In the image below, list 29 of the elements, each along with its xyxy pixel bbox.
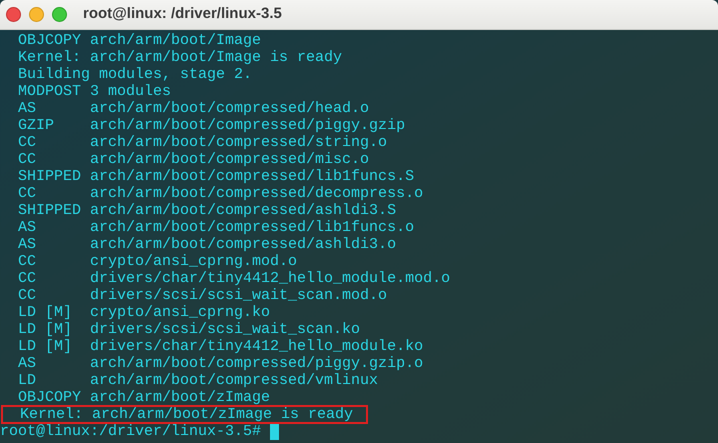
output-line: AS arch/arm/boot/compressed/ashldi3.o xyxy=(17,236,396,253)
output-line: CC arch/arm/boot/compressed/misc.o xyxy=(17,151,370,168)
output-line: OBJCOPY arch/arm/boot/Image xyxy=(17,32,262,49)
output-line: GZIP arch/arm/boot/compressed/piggy.gzip xyxy=(17,117,406,134)
output-line: MODPOST 3 modules xyxy=(17,83,172,100)
output-line: CC drivers/scsi/scsi_wait_scan.mod.o xyxy=(17,287,388,304)
maximize-button[interactable] xyxy=(52,7,67,22)
output-line: LD [M] drivers/scsi/scsi_wait_scan.ko xyxy=(17,321,360,338)
highlighted-output-line: Kernel: arch/arm/boot/zImage is ready xyxy=(2,406,368,423)
output-line: OBJCOPY arch/arm/boot/zImage xyxy=(17,389,270,406)
output-line: SHIPPED arch/arm/boot/compressed/ashldi3.S xyxy=(17,202,396,219)
output-line: SHIPPED arch/arm/boot/compressed/lib1funcs.S xyxy=(17,168,414,185)
output-line: CC arch/arm/boot/compressed/decompress.o xyxy=(17,185,424,202)
output-line: Building modules, stage 2. xyxy=(17,66,252,83)
minimize-button[interactable] xyxy=(29,7,44,22)
output-line: CC arch/arm/boot/compressed/string.o xyxy=(17,134,388,151)
output-line: Kernel: arch/arm/boot/Image is ready xyxy=(17,49,342,66)
cursor-icon xyxy=(270,424,280,440)
output-line: LD [M] crypto/ansi_cprng.ko xyxy=(17,304,270,321)
window-title: root@linux: /driver/linux-3.5 xyxy=(83,4,282,24)
output-line: AS arch/arm/boot/compressed/lib1funcs.o xyxy=(17,219,414,236)
output-line: AS arch/arm/boot/compressed/piggy.gzip.o xyxy=(17,355,424,372)
shell-prompt: root@linux:/driver/linux-3.5# xyxy=(0,423,262,440)
output-line: LD arch/arm/boot/compressed/vmlinux xyxy=(17,372,378,389)
output-line: LD [M] drivers/char/tiny4412_hello_module.ko xyxy=(17,338,424,355)
output-line: AS arch/arm/boot/compressed/head.o xyxy=(17,100,370,117)
close-button[interactable] xyxy=(6,7,21,22)
output-line: CC drivers/char/tiny4412_hello_module.mod.o xyxy=(17,270,450,287)
output-line: CC crypto/ansi_cprng.mod.o xyxy=(17,253,298,270)
